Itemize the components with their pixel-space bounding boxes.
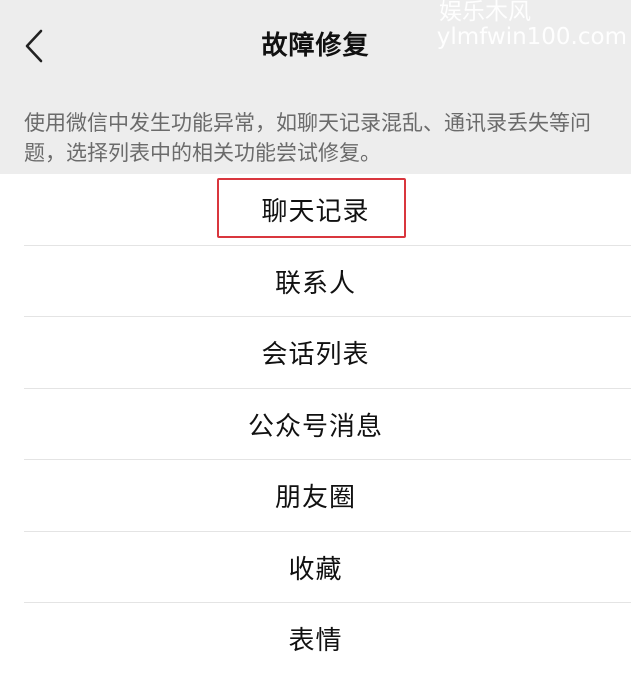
list-item-label: 联系人 xyxy=(274,268,356,299)
watermark-en: ylmfwin100.com xyxy=(436,24,627,51)
list-item-label: 朋友圈 xyxy=(274,483,356,514)
list-item-label: 表情 xyxy=(288,626,343,657)
list-item-label: 收藏 xyxy=(288,554,343,585)
watermark-cn: 娱乐木风 xyxy=(439,0,531,25)
list-item-label: 公众号消息 xyxy=(247,411,383,442)
list-item-moments[interactable]: 朋友圈 xyxy=(0,460,631,532)
list-item-chat-history[interactable]: 聊天记录 xyxy=(0,174,631,246)
list-item-stickers[interactable]: 表情 xyxy=(0,603,631,675)
repair-options-list: 聊天记录 联系人 会话列表 公众号消息 朋友圈 收藏 表情 xyxy=(0,174,631,675)
list-item-label: 会话列表 xyxy=(261,340,370,371)
nav-bar: 故障修复 娱乐木风 ylmfwin100.com xyxy=(0,0,631,92)
list-item-contacts[interactable]: 联系人 xyxy=(0,246,631,318)
list-item-favorites[interactable]: 收藏 xyxy=(0,532,631,604)
watermark: 娱乐木风 ylmfwin100.com xyxy=(437,0,627,51)
list-item-official-account-messages[interactable]: 公众号消息 xyxy=(0,389,631,461)
list-item-conversation-list[interactable]: 会话列表 xyxy=(0,317,631,389)
list-item-label: 聊天记录 xyxy=(261,197,370,228)
description-text: 使用微信中发生功能异常，如聊天记录混乱、通讯录丢失等问题，选择列表中的相关功能尝… xyxy=(24,111,591,165)
header-area: 故障修复 娱乐木风 ylmfwin100.com 使用微信中发生功能异常，如聊天… xyxy=(0,0,631,174)
